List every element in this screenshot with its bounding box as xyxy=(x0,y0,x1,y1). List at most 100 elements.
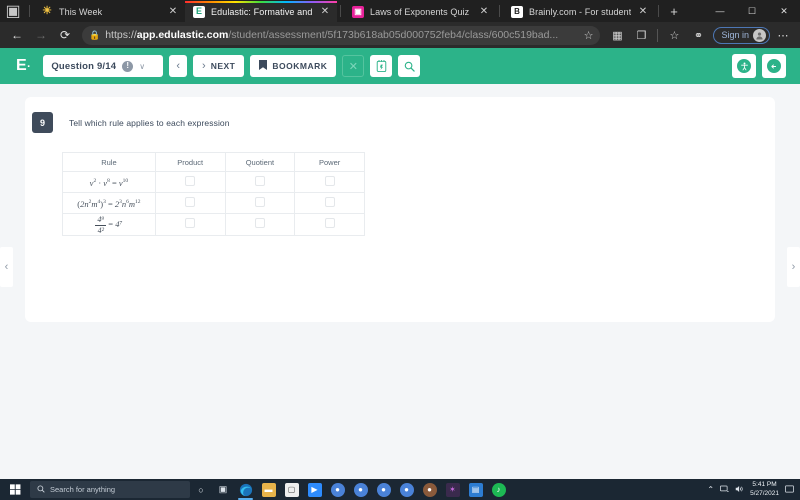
question-prompt: Tell which rule applies to each expressi… xyxy=(69,118,230,128)
store-icon: ▢ xyxy=(284,482,299,497)
url-input[interactable]: 🔒 https://app.edulastic.com/student/asse… xyxy=(82,25,601,45)
chevron-up-icon[interactable]: ⌃ xyxy=(707,485,714,494)
checkbox-cell-power[interactable] xyxy=(294,192,365,214)
table-body: v2 · v8 = v10 (2n2m4)3 = 23n6m12 4⁹ 4² =… xyxy=(62,171,365,236)
sign-in-button[interactable]: Sign in xyxy=(713,26,770,44)
volume-icon[interactable] xyxy=(735,485,744,495)
bookmark-label: BOOKMARK xyxy=(272,61,328,71)
close-icon[interactable]: ✕ xyxy=(637,6,649,17)
checkbox-cell-product[interactable] xyxy=(154,213,226,236)
edge-icon xyxy=(239,483,253,497)
info-icon[interactable]: ! xyxy=(122,60,134,72)
browser-tab-this-week[interactable]: ☀ This Week ✕ xyxy=(33,1,185,22)
taskbar-app-file-explorer[interactable]: ▬ xyxy=(257,479,280,500)
accessibility-button[interactable] xyxy=(732,54,756,78)
checkbox[interactable] xyxy=(254,218,265,229)
previous-item-arrow[interactable]: ‹ xyxy=(0,247,13,287)
next-item-arrow[interactable]: › xyxy=(787,247,800,287)
taskbar-app-zoom[interactable]: ▶ xyxy=(303,479,326,500)
browser-menu-icon[interactable]: ⋯ xyxy=(772,24,794,46)
close-icon[interactable]: ✕ xyxy=(319,6,331,17)
exit-test-button[interactable] xyxy=(762,54,786,78)
person-icon: ● xyxy=(422,482,437,497)
browser-tab-brainly[interactable]: B Brainly.com - For students. By st ✕ xyxy=(503,1,655,22)
checkbox-cell-quotient[interactable] xyxy=(224,192,296,214)
rule-classification-table: Rule Product Quotient Power v2 · v8 = v1… xyxy=(62,152,365,236)
taskbar-app-purple[interactable]: ✶ xyxy=(441,479,464,500)
table-row: 4⁹ 4² = 4⁷ xyxy=(62,213,365,236)
taskbar-app-store[interactable]: ▢ xyxy=(280,479,303,500)
checkbox[interactable] xyxy=(324,197,335,207)
minimize-button[interactable]: — xyxy=(704,0,736,22)
cortana-icon[interactable]: ○ xyxy=(190,479,212,500)
url-scheme: https:// xyxy=(105,29,137,41)
bookmark-button[interactable]: BOOKMARK xyxy=(250,55,337,77)
taskbar-app-chrome-1[interactable]: ● xyxy=(326,479,349,500)
close-icon[interactable]: ✕ xyxy=(167,6,179,17)
close-icon[interactable]: ✕ xyxy=(478,6,490,17)
browser-address-bar: ← → ⟳ 🔒 https://app.edulastic.com/studen… xyxy=(0,22,800,48)
taskbar-app-spotify[interactable]: ♪ xyxy=(487,479,510,500)
forward-icon[interactable]: → xyxy=(30,24,52,46)
checkbox[interactable] xyxy=(324,218,335,229)
calculator-icon[interactable] xyxy=(370,55,393,77)
checkbox[interactable] xyxy=(324,176,335,186)
taskbar-app-edge[interactable] xyxy=(234,479,257,500)
checkbox-cell-quotient[interactable] xyxy=(224,171,296,193)
checkbox[interactable] xyxy=(185,197,196,207)
column-header-power: Power xyxy=(294,152,365,172)
table-row: v2 · v8 = v10 xyxy=(62,171,365,193)
windows-start-icon[interactable] xyxy=(2,479,28,500)
checkbox-cell-power[interactable] xyxy=(294,213,365,236)
taskbar-app-chrome-3[interactable]: ● xyxy=(372,479,395,500)
photos-icon: ▤ xyxy=(468,482,483,497)
taskbar-clock[interactable]: 5:41 PM 5/27/2021 xyxy=(750,481,779,499)
task-view-icon[interactable]: ▣ xyxy=(212,479,234,500)
checkbox[interactable] xyxy=(185,218,196,229)
browser-essentials-icon[interactable]: ⚭ xyxy=(687,24,709,46)
taskbar-app-profile[interactable]: ● xyxy=(418,479,441,500)
taskbar-app-chrome-4[interactable]: ● xyxy=(395,479,418,500)
close-window-button[interactable]: ✕ xyxy=(768,0,800,22)
checkbox-cell-product[interactable] xyxy=(154,171,226,193)
favorites-icon[interactable]: ☆ xyxy=(663,24,685,46)
taskbar-app-photos[interactable]: ▤ xyxy=(464,479,487,500)
close-test-button[interactable]: ✕ xyxy=(342,55,365,77)
checkbox-cell-quotient[interactable] xyxy=(224,213,296,236)
divider xyxy=(29,5,30,17)
search-icon xyxy=(37,484,45,495)
previous-question-button[interactable]: ‹ xyxy=(169,55,188,77)
next-question-button[interactable]: › NEXT xyxy=(193,55,245,77)
checkbox-cell-product[interactable] xyxy=(154,192,226,214)
checkbox-cell-power[interactable] xyxy=(294,171,365,193)
chrome-icon: ● xyxy=(376,482,391,497)
tab-actions-icon[interactable]: ▣ xyxy=(0,0,26,22)
back-icon[interactable]: ← xyxy=(6,24,28,46)
assessment-toolbar: E· Question 9/14 ! ∨ ‹ › NEXT BOOKMARK ✕ xyxy=(0,48,800,84)
accessibility-icon xyxy=(737,59,751,73)
question-card: 9 Tell which rule applies to each expres… xyxy=(25,97,775,322)
checkbox[interactable] xyxy=(185,176,196,186)
new-tab-button[interactable]: + xyxy=(662,0,686,22)
action-center-icon[interactable] xyxy=(785,484,794,495)
question-header: 9 Tell which rule applies to each expres… xyxy=(25,97,775,133)
star-add-icon[interactable]: ☆ xyxy=(580,29,594,42)
taskbar-app-chrome-2[interactable]: ● xyxy=(349,479,372,500)
network-icon[interactable] xyxy=(720,485,729,495)
checkbox[interactable] xyxy=(254,176,265,186)
chevron-down-icon[interactable]: ∨ xyxy=(139,62,145,71)
collections-icon[interactable]: ▦ xyxy=(606,24,628,46)
reload-icon[interactable]: ⟳ xyxy=(54,24,76,46)
magnifier-icon[interactable] xyxy=(398,55,421,77)
folder-icon: ▬ xyxy=(261,482,276,497)
chevron-right-icon: › xyxy=(202,60,206,72)
taskbar-search-input[interactable]: Search for anything xyxy=(30,481,190,498)
question-selector[interactable]: Question 9/14 ! ∨ xyxy=(43,55,164,77)
edulastic-logo[interactable]: E· xyxy=(8,57,37,75)
browser-tab-exponents-quiz[interactable]: ▣ Laws of Exponents Quiz ✕ xyxy=(344,1,496,22)
clock-date: 5/27/2021 xyxy=(750,489,779,497)
split-screen-icon[interactable]: ❐ xyxy=(630,24,652,46)
maximize-button[interactable]: ☐ xyxy=(736,0,768,22)
checkbox[interactable] xyxy=(254,197,265,207)
browser-tab-edulastic[interactable]: E Edulastic: Formative and Summa ✕ xyxy=(185,1,337,22)
